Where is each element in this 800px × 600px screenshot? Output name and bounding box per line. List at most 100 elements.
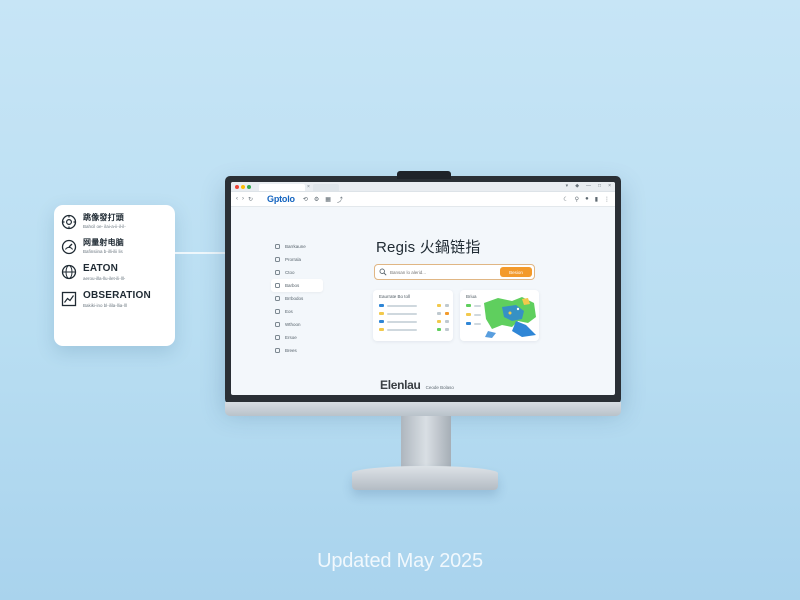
globe-icon — [61, 264, 77, 280]
legend-item — [466, 322, 481, 325]
grid-icon[interactable]: ▦ — [325, 196, 331, 203]
legend-text — [474, 313, 481, 316]
tab-bar: × ▾ ◆ — □ × — [231, 182, 615, 192]
maximize-icon[interactable]: □ — [598, 182, 601, 191]
window-dot-red[interactable] — [235, 184, 239, 189]
feature-subtitle: Bahcil oe- ilai-a-ii-il-il- — [83, 224, 126, 229]
legend-text — [474, 322, 481, 325]
legend-chip — [466, 304, 471, 307]
sidebar-item-label: Brees — [285, 348, 297, 353]
list-item-chip — [379, 312, 384, 315]
monitor-stand-base — [352, 466, 498, 490]
footer-brand: Elenlau — [380, 378, 421, 392]
search-toolbar-icon[interactable]: ⚲ — [575, 196, 579, 203]
map-card: Briua — [460, 290, 539, 341]
sidebar-item-icon — [275, 322, 280, 327]
sidebar-item-label: Ctoo — [285, 270, 295, 275]
sidebar-item-icon — [275, 348, 280, 353]
sidebar-item-icon — [275, 335, 280, 340]
forward-icon[interactable]: › — [242, 196, 244, 202]
search-icon — [379, 268, 387, 276]
card-title: Eaurrate Bo toll — [379, 294, 411, 299]
monitor-stand-neck — [401, 416, 451, 470]
footer-note: Ceode Bolaso — [425, 385, 454, 390]
extension-icon[interactable]: ◆ — [575, 182, 579, 191]
gauge-icon — [61, 239, 77, 255]
sidebar-item-icon — [275, 244, 280, 249]
list-item-tag — [445, 304, 449, 307]
webcam — [397, 171, 451, 179]
feature-item-4: OBSERATION Bakiki-ino bl-ilila-llia-lll — [61, 290, 168, 309]
updated-caption: Updated May 2025 — [317, 550, 483, 572]
list-item-tag — [437, 320, 441, 323]
sidebar-item-8[interactable]: Ersoe — [271, 331, 323, 344]
feature-subtitle: aerou-illa-llu-ilet-ili-lll- — [83, 276, 126, 281]
feature-title: EATON — [83, 263, 119, 274]
sidebar-item-icon — [275, 309, 280, 314]
reload-icon[interactable]: ↻ — [248, 196, 253, 203]
list-item[interactable] — [379, 328, 449, 331]
gear-icon — [61, 214, 77, 230]
list-item-chip — [379, 320, 384, 323]
feature-subtitle: Bakiki-ino bl-ilila-llia-lll — [83, 303, 127, 308]
sidebar-item-2[interactable]: Prorrala — [271, 253, 323, 266]
profile-icon[interactable]: ● — [585, 196, 589, 202]
legend-text — [474, 304, 481, 307]
close-icon[interactable]: × — [307, 184, 310, 190]
legend-chip — [466, 313, 471, 316]
back-icon[interactable]: ‹ — [236, 196, 238, 202]
sidebar-item-6[interactable]: Eos — [271, 305, 323, 318]
sidebar-item-icon — [275, 270, 280, 275]
feature-title: 网量射电脑 — [83, 238, 124, 247]
list-item-text — [387, 304, 417, 307]
sidebar-item-1[interactable]: Barrkaune — [271, 240, 323, 253]
search-input[interactable] — [390, 269, 500, 275]
window-dot-green[interactable] — [247, 184, 251, 189]
map-visual[interactable] — [482, 295, 538, 339]
share-icon[interactable]: ⤴ — [337, 195, 343, 204]
list-item-tag — [445, 320, 449, 323]
brand-logo[interactable]: Gptolo — [267, 194, 295, 204]
moon-icon[interactable]: ☾ — [563, 196, 568, 203]
sidebar-item-4[interactable]: Barbos — [271, 279, 323, 292]
tab-menu-icon[interactable]: ▾ — [566, 182, 569, 191]
feature-title: OBSERATION — [83, 290, 151, 301]
feature-title: 跳像發打頭 — [83, 213, 124, 222]
feature-subtitle: Bafinsiina b-illi-ilii lis — [83, 249, 123, 254]
browser-tab[interactable] — [312, 184, 339, 191]
sidebar-item-label: Ersoe — [285, 335, 297, 340]
list-item[interactable] — [379, 312, 449, 315]
sidebar-item-label: Barbos — [285, 283, 300, 288]
browser-tab-active[interactable] — [259, 184, 305, 191]
settings-icon[interactable]: ⚙ — [314, 196, 319, 203]
bookmark-icon[interactable]: ▮ — [595, 196, 598, 203]
legend-item — [466, 304, 481, 307]
sidebar-item-5[interactable]: Brrbodos — [271, 292, 323, 305]
screen-footer: Elenlau Ceode Bolaso — [380, 378, 454, 392]
close-window-icon[interactable]: × — [608, 182, 611, 191]
page-title: Regis 火鍋链指 — [376, 239, 481, 256]
sidebar-item-7[interactable]: Wthoon — [271, 318, 323, 331]
search-button[interactable]: Besion — [500, 267, 532, 277]
sidebar-item-9[interactable]: Brees — [271, 344, 323, 357]
sidebar-item-label: Barrkaune — [285, 244, 306, 249]
list-item-tag — [445, 312, 449, 315]
list-item-text — [387, 320, 417, 323]
feature-item-2: 网量射电脑 Bafinsiina b-illi-ilii lis — [61, 238, 168, 255]
feature-item-3: EATON aerou-illa-llu-ilet-ili-lll- — [61, 263, 168, 282]
list-item-chip — [379, 304, 384, 307]
address-bar: ‹ › ↻ Gptolo ⟲ ⚙ ▦ ⤴ ☾ ⚲ ● ▮ ⋮ — [231, 192, 615, 207]
sidebar-item-3[interactable]: Ctoo — [271, 266, 323, 279]
legend-chip — [466, 322, 471, 325]
more-icon[interactable]: ⋮ — [604, 196, 610, 203]
list-card: Eaurrate Bo toll — [373, 290, 453, 341]
search-bar: Besion — [374, 264, 535, 280]
link-icon[interactable]: ⟲ — [303, 196, 308, 203]
sidebar-item-icon — [275, 296, 280, 301]
list-item[interactable] — [379, 320, 449, 323]
window-dot-yellow[interactable] — [241, 184, 245, 189]
list-item[interactable] — [379, 304, 449, 307]
minimize-icon[interactable]: — — [586, 182, 591, 191]
legend-item — [466, 313, 481, 316]
list-item-tag — [437, 304, 441, 307]
